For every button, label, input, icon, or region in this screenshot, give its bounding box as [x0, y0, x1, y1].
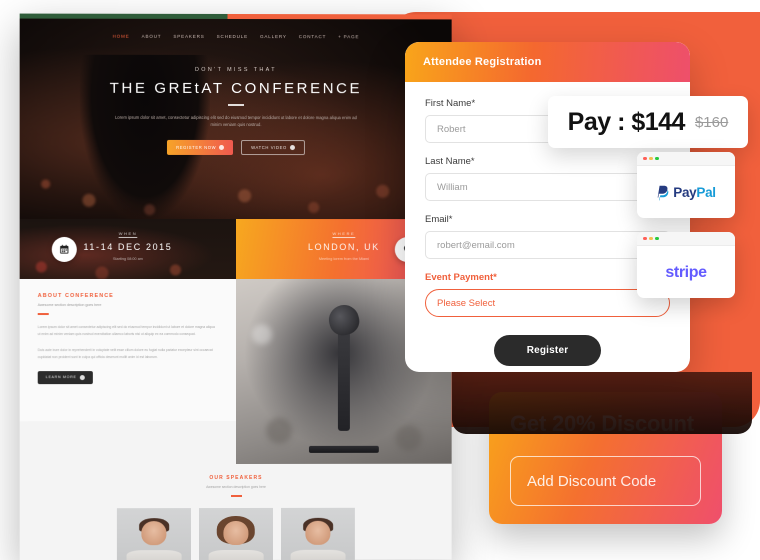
speaker-card-3[interactable]: [280, 507, 355, 560]
hero-buttons: REGISTER NOW WATCH VIDEO: [20, 140, 452, 156]
close-icon: [643, 236, 647, 241]
speakers-title: OUR SPEAKERS: [20, 475, 452, 482]
calendar-icon: [51, 236, 77, 262]
speakers-row: [20, 507, 452, 560]
speakers-title-b: SPEAKERS: [226, 474, 263, 482]
stripe-logo-area: stripe: [637, 246, 735, 298]
registration-title: Attendee Registration: [423, 56, 542, 68]
window-titlebar: [637, 152, 735, 166]
hero-section: HOME ABOUT SPEAKERS SCHEDULE GALLERY CON…: [19, 18, 452, 220]
event-payment-label: Event Payment*: [425, 272, 497, 283]
speaker-card-1[interactable]: [116, 508, 191, 560]
nav-item-schedule[interactable]: SCHEDULE: [217, 33, 248, 38]
stripe-provider-card[interactable]: stripe: [637, 232, 735, 298]
site-navigation[interactable]: HOME ABOUT SPEAKERS SCHEDULE GALLERY CON…: [20, 25, 452, 48]
microphone-base: [309, 445, 379, 453]
hero-divider: [227, 103, 244, 106]
arrow-right-icon: [219, 145, 225, 151]
hero-watch-label: WATCH VIDEO: [251, 145, 287, 151]
arrow-right-icon: [79, 374, 85, 380]
minimize-icon: [649, 236, 653, 241]
mockup-stage: HOME ABOUT SPEAKERS SCHEDULE GALLERY CON…: [0, 0, 760, 560]
paypal-wordmark: PayPal: [673, 185, 716, 200]
speakers-title-a: OUR: [209, 475, 227, 482]
paypal-logo-area: PayPal: [637, 166, 735, 218]
hero-kicker: DON'T MISS THAT: [195, 66, 277, 74]
last-name-label: Last Name*: [425, 156, 475, 167]
speakers-subtitle: Awesome section description goes here: [206, 484, 266, 490]
hero-register-label: REGISTER NOW: [176, 145, 217, 151]
register-button[interactable]: Register: [493, 335, 602, 366]
registration-submit-row: Register: [425, 335, 670, 366]
maximize-icon: [655, 156, 659, 161]
about-paragraph-1: Lorem ipsum dolor sit amet consectetur a…: [37, 325, 215, 336]
about-paragraph-2: Duis aute irure dolor in reprehenderit i…: [37, 347, 213, 359]
nav-item-speakers[interactable]: SPEAKERS: [173, 33, 204, 38]
hero-title: THE GREtAT CONFERENCE: [109, 79, 363, 98]
paypal-logo: PayPal: [656, 185, 716, 201]
hero-register-button[interactable]: REGISTER NOW: [167, 140, 234, 156]
about-divider: [37, 313, 49, 316]
minimize-icon: [649, 156, 653, 161]
event-when-note: Starting 08:00 am: [112, 256, 143, 261]
about-subtitle: Awesome section description goes here: [37, 303, 102, 308]
maximize-icon: [655, 236, 659, 241]
email-label: Email*: [425, 214, 453, 225]
nav-item-page[interactable]: + PAGE: [338, 34, 359, 39]
conference-website-screenshot: HOME ABOUT SPEAKERS SCHEDULE GALLERY CON…: [19, 13, 452, 560]
email-input[interactable]: robert@email.com: [425, 231, 670, 259]
card-shadow-plate: [452, 372, 752, 434]
nav-item-contact[interactable]: CONTACT: [299, 34, 326, 39]
hero-content: DON'T MISS THAT THE GREtAT CONFERENCE Lo…: [20, 67, 452, 156]
speakers-section: OUR SPEAKERS Awesome section description…: [19, 463, 452, 560]
paypal-mark-icon: [657, 185, 669, 200]
event-info-band: WHEN 11-14 DEC 2015 Starting 08:00 am WH…: [19, 218, 452, 280]
play-icon: [289, 145, 295, 151]
hero-subtitle: Lorem ipsum dolor sit amet, consectetur …: [114, 114, 357, 128]
about-learn-more-button[interactable]: LEARN MORE: [37, 370, 93, 384]
about-title-b: CONFERENCE: [65, 293, 114, 300]
pay-price-badge: Pay : $144 $160: [548, 96, 748, 148]
event-payment-select[interactable]: Please Select: [425, 289, 670, 317]
stripe-wordmark: stripe: [665, 263, 707, 281]
about-title: ABOUT CONFERENCE: [38, 293, 218, 299]
registration-card-header: Attendee Registration: [405, 42, 690, 82]
pay-current-price: Pay : $144: [567, 107, 686, 136]
discount-code-input[interactable]: Add Discount Code: [510, 456, 701, 506]
last-name-input[interactable]: William: [425, 173, 670, 201]
window-titlebar: [637, 232, 735, 246]
paypal-provider-card[interactable]: PayPal: [637, 152, 735, 218]
pay-old-price: $160: [694, 113, 729, 131]
speakers-divider: [230, 494, 242, 498]
hero-watch-video-button[interactable]: WATCH VIDEO: [241, 140, 305, 156]
nav-item-home[interactable]: HOME: [113, 33, 130, 38]
nav-item-gallery[interactable]: GALLERY: [260, 34, 287, 39]
event-when-label: WHEN: [118, 230, 138, 236]
close-icon: [643, 156, 647, 161]
about-title-a: ABOUT: [37, 293, 66, 300]
about-learn-more-label: LEARN MORE: [45, 375, 77, 380]
speaker-card-2[interactable]: [198, 507, 273, 560]
about-section: ABOUT CONFERENCE Awesome section descrip…: [19, 278, 236, 422]
nav-item-about[interactable]: ABOUT: [142, 33, 162, 38]
